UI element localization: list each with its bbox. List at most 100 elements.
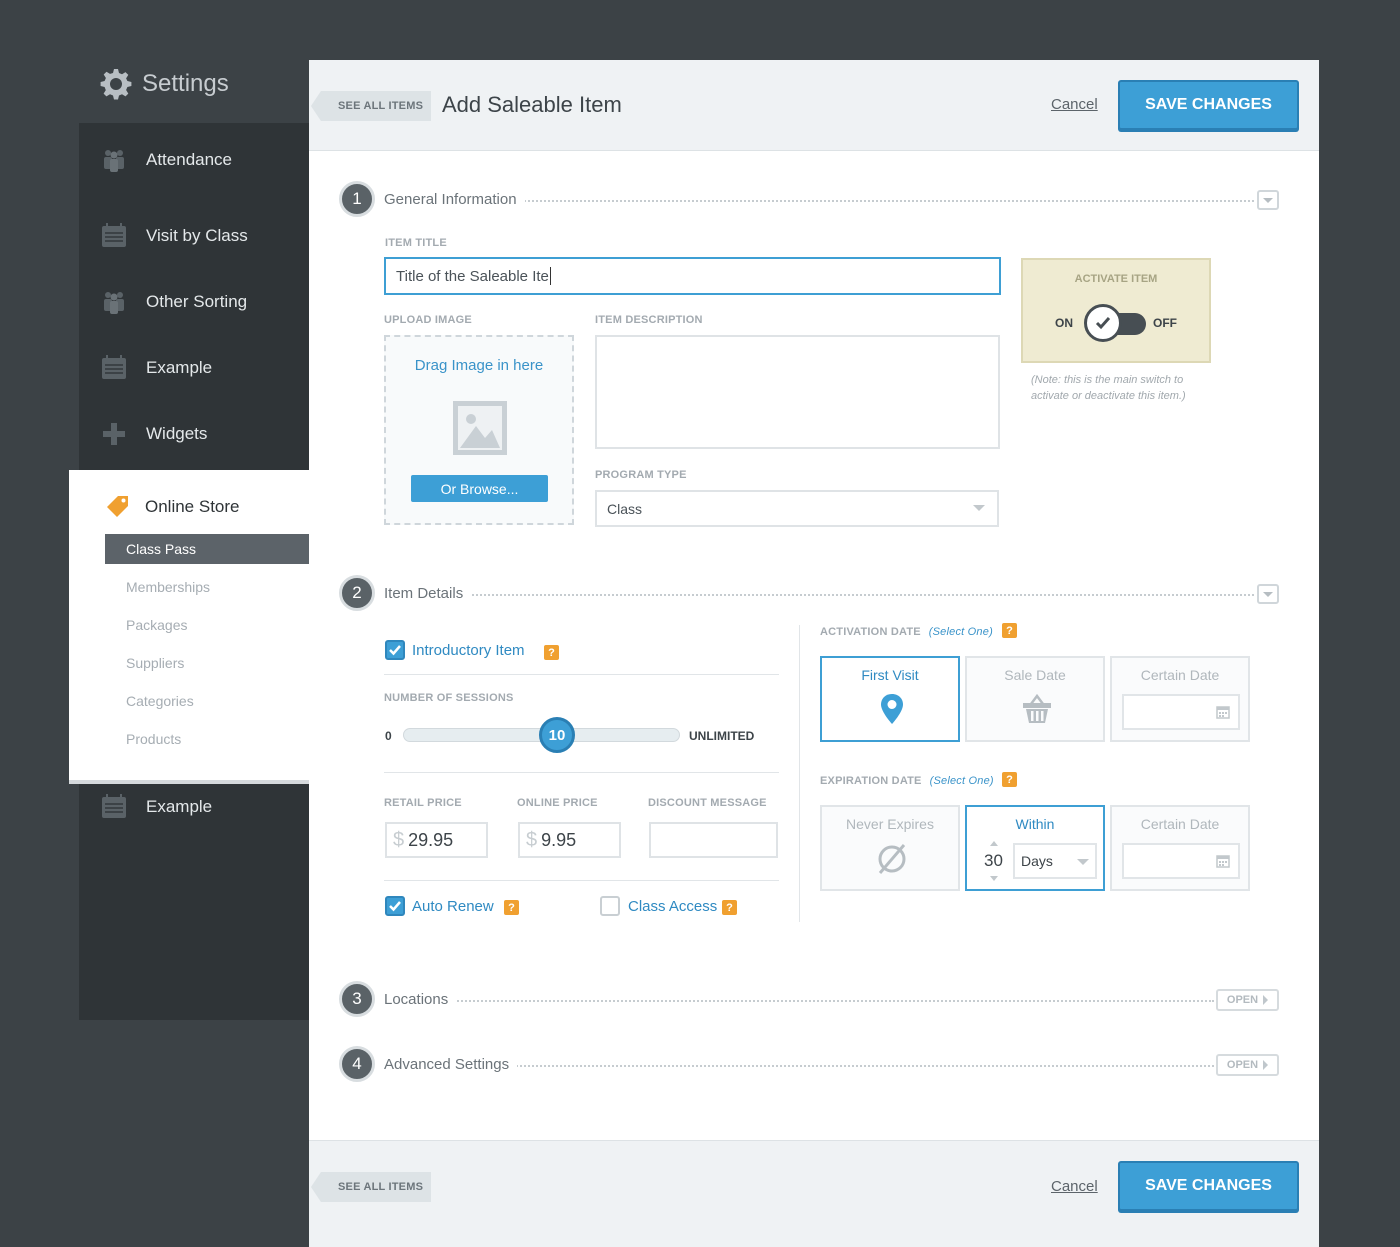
class-access-checkbox[interactable] [600,896,620,916]
option-label: Within [1015,816,1055,832]
sidebar-item-visit-by-class[interactable]: Visit by Class [100,222,248,250]
sidebar-item-widgets[interactable]: Widgets [100,420,207,448]
save-changes-button[interactable]: SAVE CHANGES [1118,1161,1299,1211]
browse-button[interactable]: Or Browse... [411,475,548,502]
item-description-textarea[interactable] [595,335,1000,449]
image-placeholder-icon [453,401,507,455]
sidebar-subitem-memberships[interactable]: Memberships [105,572,319,602]
discount-message-input[interactable] [649,822,778,858]
help-icon[interactable]: ? [1002,623,1017,638]
activation-sale-date-option[interactable]: Sale Date [965,656,1105,742]
introductory-item-checkbox[interactable] [385,640,405,660]
expiration-within-option[interactable]: Within 30 Days [965,805,1105,891]
sidebar-item-online-store[interactable]: Online Store [105,494,240,520]
checkmark-icon [389,645,401,656]
basket-icon [1023,693,1051,723]
chevron-down-icon [1077,859,1089,865]
open-locations-button[interactable]: OPEN [1216,989,1279,1011]
help-icon[interactable]: ? [1002,772,1017,787]
open-advanced-settings-button[interactable]: OPEN [1216,1054,1279,1076]
people-icon [104,292,124,314]
auto-renew-label: Auto Renew [412,898,494,915]
activation-date-input[interactable] [1122,694,1240,730]
item-title-label: ITEM TITLE [385,237,447,249]
map-pin-icon [881,694,903,724]
expiration-date-input[interactable] [1122,843,1240,879]
calendar-icon [102,794,126,818]
within-number-stepper[interactable]: 30 [983,841,1005,881]
help-icon[interactable]: ? [544,645,559,660]
divider [384,674,779,675]
collapse-general-button[interactable] [1257,190,1279,210]
program-type-label: PROGRAM TYPE [595,469,687,481]
option-label: Sale Date [1004,667,1066,683]
section-number: 2 [339,575,375,611]
divider [384,880,779,881]
sidebar-item-example-2[interactable]: Example [100,793,212,821]
section-title-advanced-settings: Advanced Settings [384,1056,518,1073]
sidebar-item-other-sorting[interactable]: Other Sorting [100,288,247,316]
activation-certain-date-option[interactable]: Certain Date [1110,656,1250,742]
sidebar-item-label: Widgets [146,424,208,443]
sessions-min-label: 0 [385,729,392,743]
footer-bar: SEE ALL ITEMS Cancel SAVE CHANGES [309,1140,1319,1247]
expiration-certain-date-option[interactable]: Certain Date [1110,805,1250,891]
people-icon [104,150,124,172]
number-of-sessions-label: NUMBER OF SESSIONS [384,692,514,704]
sessions-max-label: UNLIMITED [689,729,755,743]
option-label: First Visit [861,667,919,683]
expiration-never-expires-option[interactable]: Never Expires [820,805,960,891]
text-cursor [549,267,551,285]
activate-item-card: ACTIVATE ITEM ON OFF [1021,258,1211,363]
help-icon[interactable]: ? [722,900,737,915]
online-price-value: 9.95 [541,829,577,850]
settings-brand: Settings [100,68,229,100]
sidebar-item-label: Example [146,358,213,377]
chevron-down-icon [990,876,998,881]
retail-price-label: RETAIL PRICE [384,797,462,809]
section-title-item-details: Item Details [384,585,472,602]
help-icon[interactable]: ? [504,900,519,915]
dollar-icon: $ [393,828,405,851]
sidebar-item-example[interactable]: Example [100,354,212,382]
activate-off-label: OFF [1153,316,1177,330]
gear-icon [100,69,132,100]
section-number: 1 [339,181,375,217]
cancel-link[interactable]: Cancel [1051,1178,1098,1195]
see-all-items-button[interactable]: SEE ALL ITEMS [310,91,432,121]
activate-on-label: ON [1055,316,1073,330]
see-all-items-button[interactable]: SEE ALL ITEMS [310,1172,432,1202]
sidebar-subitem-class-pass[interactable]: Class Pass [105,534,319,564]
save-changes-button[interactable]: SAVE CHANGES [1118,80,1299,130]
within-unit-value: Days [1021,853,1053,869]
sidebar-subitem-categories[interactable]: Categories [105,686,319,716]
sidebar-item-label: Attendance [146,150,233,169]
sidebar-subitem-packages[interactable]: Packages [105,610,319,640]
plus-icon [103,423,125,445]
online-price-input[interactable]: $9.95 [518,822,621,858]
item-title-input[interactable]: Title of the Saleable Ite [384,257,1001,295]
expiration-date-label: EXPIRATION DATE (Select One) [820,775,994,787]
option-label: Certain Date [1140,816,1220,832]
cancel-link[interactable]: Cancel [1051,96,1098,113]
auto-renew-checkbox[interactable] [385,896,405,916]
within-unit-select[interactable]: Days [1013,843,1097,879]
section-divider [519,200,1254,202]
image-dropzone[interactable]: Drag Image in here Or Browse... [384,335,574,525]
sidebar-item-label: Example [146,797,213,816]
activation-first-visit-option[interactable]: First Visit [820,656,960,742]
retail-price-input[interactable]: $29.95 [385,822,488,858]
calendar-icon [1216,706,1230,719]
sidebar-item-attendance[interactable]: Attendance [100,146,232,174]
select-one-hint: (Select One) [929,775,994,787]
upload-image-label: UPLOAD IMAGE [384,314,472,326]
settings-title: Settings [142,70,229,97]
sidebar-item-label: Visit by Class [146,226,248,245]
class-access-label: Class Access [628,898,718,915]
sessions-slider-handle[interactable]: 10 [539,717,575,753]
sidebar-subitem-products[interactable]: Products [105,724,319,754]
toggle-knob[interactable] [1084,304,1122,342]
sidebar-subitem-suppliers[interactable]: Suppliers [105,648,319,678]
program-type-select[interactable]: Class [595,490,999,527]
collapse-details-button[interactable] [1257,584,1279,604]
